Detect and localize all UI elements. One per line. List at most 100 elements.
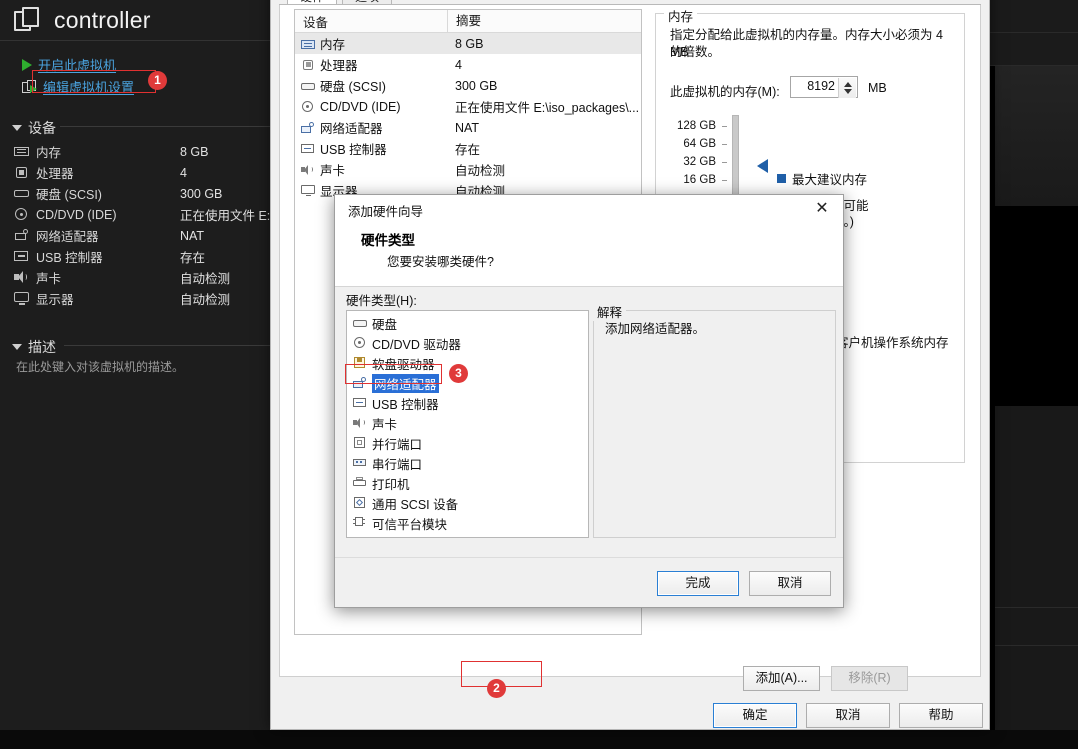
memory-slider-handle[interactable] xyxy=(757,159,768,173)
table-row[interactable]: 声卡 自动检测 xyxy=(295,159,641,180)
devices-section-label: 设备 xyxy=(28,120,56,136)
hardware-list-item-cddvd[interactable]: CD/DVD 驱动器 xyxy=(347,333,588,353)
sidebar-device-row[interactable]: CD/DVD (IDE) 正在使用文件 E:\ xyxy=(14,205,288,224)
edit-settings-icon xyxy=(22,79,37,94)
vm-machine-icon xyxy=(14,7,40,33)
hardware-list-item-tpm[interactable]: 可信平台模块 xyxy=(347,513,588,533)
play-icon xyxy=(22,58,32,71)
stepper-up-icon[interactable] xyxy=(844,82,852,87)
column-header-device: 设备 xyxy=(303,15,329,30)
power-on-vm-label: 开启此虚拟机 xyxy=(38,58,117,73)
hardware-list-item-harddisk[interactable]: 硬盘 xyxy=(347,313,588,333)
memory-size-stepper[interactable] xyxy=(838,78,856,98)
sidebar-device-name: 声卡 xyxy=(36,272,62,286)
table-row[interactable]: USB 控制器 存在 xyxy=(295,138,641,159)
table-row[interactable]: CD/DVD (IDE) 正在使用文件 E:\iso_packages\... xyxy=(295,96,641,117)
table-row[interactable]: 网络适配器 NAT xyxy=(295,117,641,138)
hardware-list-item-serial-port[interactable]: 串行端口 xyxy=(347,453,588,473)
cell-device: 声卡 xyxy=(320,164,346,178)
memory-unit-label: MB xyxy=(868,81,887,95)
cancel-button[interactable]: 取消 xyxy=(806,703,890,728)
hardware-list-item-label: 并行端口 xyxy=(372,437,423,452)
legend-swatch-recommended xyxy=(777,174,786,183)
hardware-list-item-sound[interactable]: 声卡 xyxy=(347,413,588,433)
hardware-list-item-parallel-port[interactable]: 并行端口 xyxy=(347,433,588,453)
vm-header: controller xyxy=(0,0,288,40)
description-section-label: 描述 xyxy=(28,339,56,355)
add-hardware-button[interactable]: 添加(A)... xyxy=(743,666,820,691)
hardware-list-item-label: 软盘驱动器 xyxy=(372,357,435,372)
cell-device: 硬盘 (SCSI) xyxy=(320,80,386,94)
edit-vm-settings-link[interactable]: 编辑虚拟机设置 xyxy=(22,77,134,96)
usb-icon xyxy=(301,143,315,155)
hardware-list-item-label: 通用 SCSI 设备 xyxy=(372,497,459,512)
sound-icon xyxy=(301,164,315,176)
wizard-cancel-button[interactable]: 取消 xyxy=(749,571,831,596)
cddvd-icon xyxy=(14,208,29,221)
annotation-badge-3: 3 xyxy=(449,364,468,383)
memory-icon xyxy=(301,38,315,50)
help-button[interactable]: 帮助 xyxy=(899,703,983,728)
ok-button[interactable]: 确定 xyxy=(713,703,797,728)
table-row[interactable]: 内存 8 GB xyxy=(295,33,641,54)
sidebar-device-row[interactable]: 硬盘 (SCSI) 300 GB xyxy=(14,184,288,203)
cddvd-icon xyxy=(353,337,367,349)
hardware-type-label: 硬件类型(H): xyxy=(346,294,417,308)
sidebar-device-row[interactable]: 处理器 4 xyxy=(14,163,288,182)
scsi-icon xyxy=(353,497,367,509)
sidebar-device-row[interactable]: 声卡 自动检测 xyxy=(14,268,288,287)
memory-scale-label: 64 GB xyxy=(683,138,716,150)
hardware-type-list[interactable]: 硬盘 CD/DVD 驱动器 软盘驱动器 网络适配器 USB 控制器 声卡 并行端… xyxy=(346,310,589,538)
legend-label-recommended: 最大建议内存 xyxy=(792,173,868,187)
sidebar-device-row[interactable]: 网络适配器 NAT xyxy=(14,226,288,245)
hardware-list-item-scsi-device[interactable]: 通用 SCSI 设备 xyxy=(347,493,588,513)
app-background-right-lower xyxy=(995,406,1078,749)
floppy-icon xyxy=(353,357,367,369)
cpu-icon xyxy=(14,166,29,179)
sidebar-device-row[interactable]: 内存 8 GB xyxy=(14,142,288,161)
description-section-header[interactable]: 描述 xyxy=(12,337,56,357)
description-placeholder[interactable]: 在此处键入对该虚拟机的描述。 xyxy=(16,358,184,375)
edit-vm-settings-label: 编辑虚拟机设置 xyxy=(43,80,135,95)
header-divider xyxy=(0,40,288,41)
memory-size-input[interactable]: 8192 xyxy=(790,76,858,98)
wizard-footer: 完成 取消 xyxy=(335,557,843,607)
sidebar-device-name: 内存 xyxy=(36,146,62,160)
memory-field-label: 此虚拟机的内存(M): xyxy=(670,85,780,99)
device-table-header: 设备 摘要 xyxy=(295,9,641,33)
sound-icon xyxy=(14,271,29,284)
hardware-list-item-usb[interactable]: USB 控制器 xyxy=(347,393,588,413)
hardware-list-item-label: USB 控制器 xyxy=(372,397,439,412)
sidebar-device-row[interactable]: USB 控制器 存在 xyxy=(14,247,288,266)
cell-device: 处理器 xyxy=(320,59,358,73)
harddisk-icon xyxy=(353,317,367,329)
cell-summary: 8 GB xyxy=(455,36,484,51)
devices-section-header[interactable]: 设备 xyxy=(12,118,56,138)
stepper-down-icon[interactable] xyxy=(844,89,852,94)
annotation-badge-2: 2 xyxy=(487,679,506,698)
column-header-summary: 摘要 xyxy=(447,9,641,33)
table-row[interactable]: 处理器 4 xyxy=(295,54,641,75)
power-on-vm-link[interactable]: 开启此虚拟机 xyxy=(22,55,116,74)
legend-label-guest-os-memory: 客户机操作系统内存 xyxy=(836,336,949,350)
memory-scale-tick xyxy=(722,180,727,181)
usb-icon xyxy=(14,250,29,263)
hardware-list-item-label: CD/DVD 驱动器 xyxy=(372,337,461,352)
memory-scale-label: 32 GB xyxy=(683,156,716,168)
hardware-list-item-label: 打印机 xyxy=(372,477,410,492)
cell-device: USB 控制器 xyxy=(320,143,387,157)
network-icon xyxy=(301,121,315,134)
memory-scale-label: 16 GB xyxy=(683,174,716,186)
memory-size-value: 8192 xyxy=(807,79,835,93)
add-hardware-wizard: 添加硬件向导 ✕ 硬件类型 您要安装哪类硬件? 硬件类型(H): 硬盘 CD/D… xyxy=(334,194,844,608)
wizard-titlebar: 添加硬件向导 ✕ xyxy=(335,195,843,223)
sidebar-device-row[interactable]: 显示器 自动检测 xyxy=(14,289,288,308)
memory-scale-tick xyxy=(722,144,727,145)
app-background-right-panel xyxy=(995,66,1078,206)
finish-button[interactable]: 完成 xyxy=(657,571,739,596)
cpu-icon xyxy=(301,59,315,71)
tpm-icon xyxy=(353,517,367,529)
close-icon[interactable]: ✕ xyxy=(809,198,835,220)
hardware-list-item-printer[interactable]: 打印机 xyxy=(347,473,588,493)
table-row[interactable]: 硬盘 (SCSI) 300 GB xyxy=(295,75,641,96)
